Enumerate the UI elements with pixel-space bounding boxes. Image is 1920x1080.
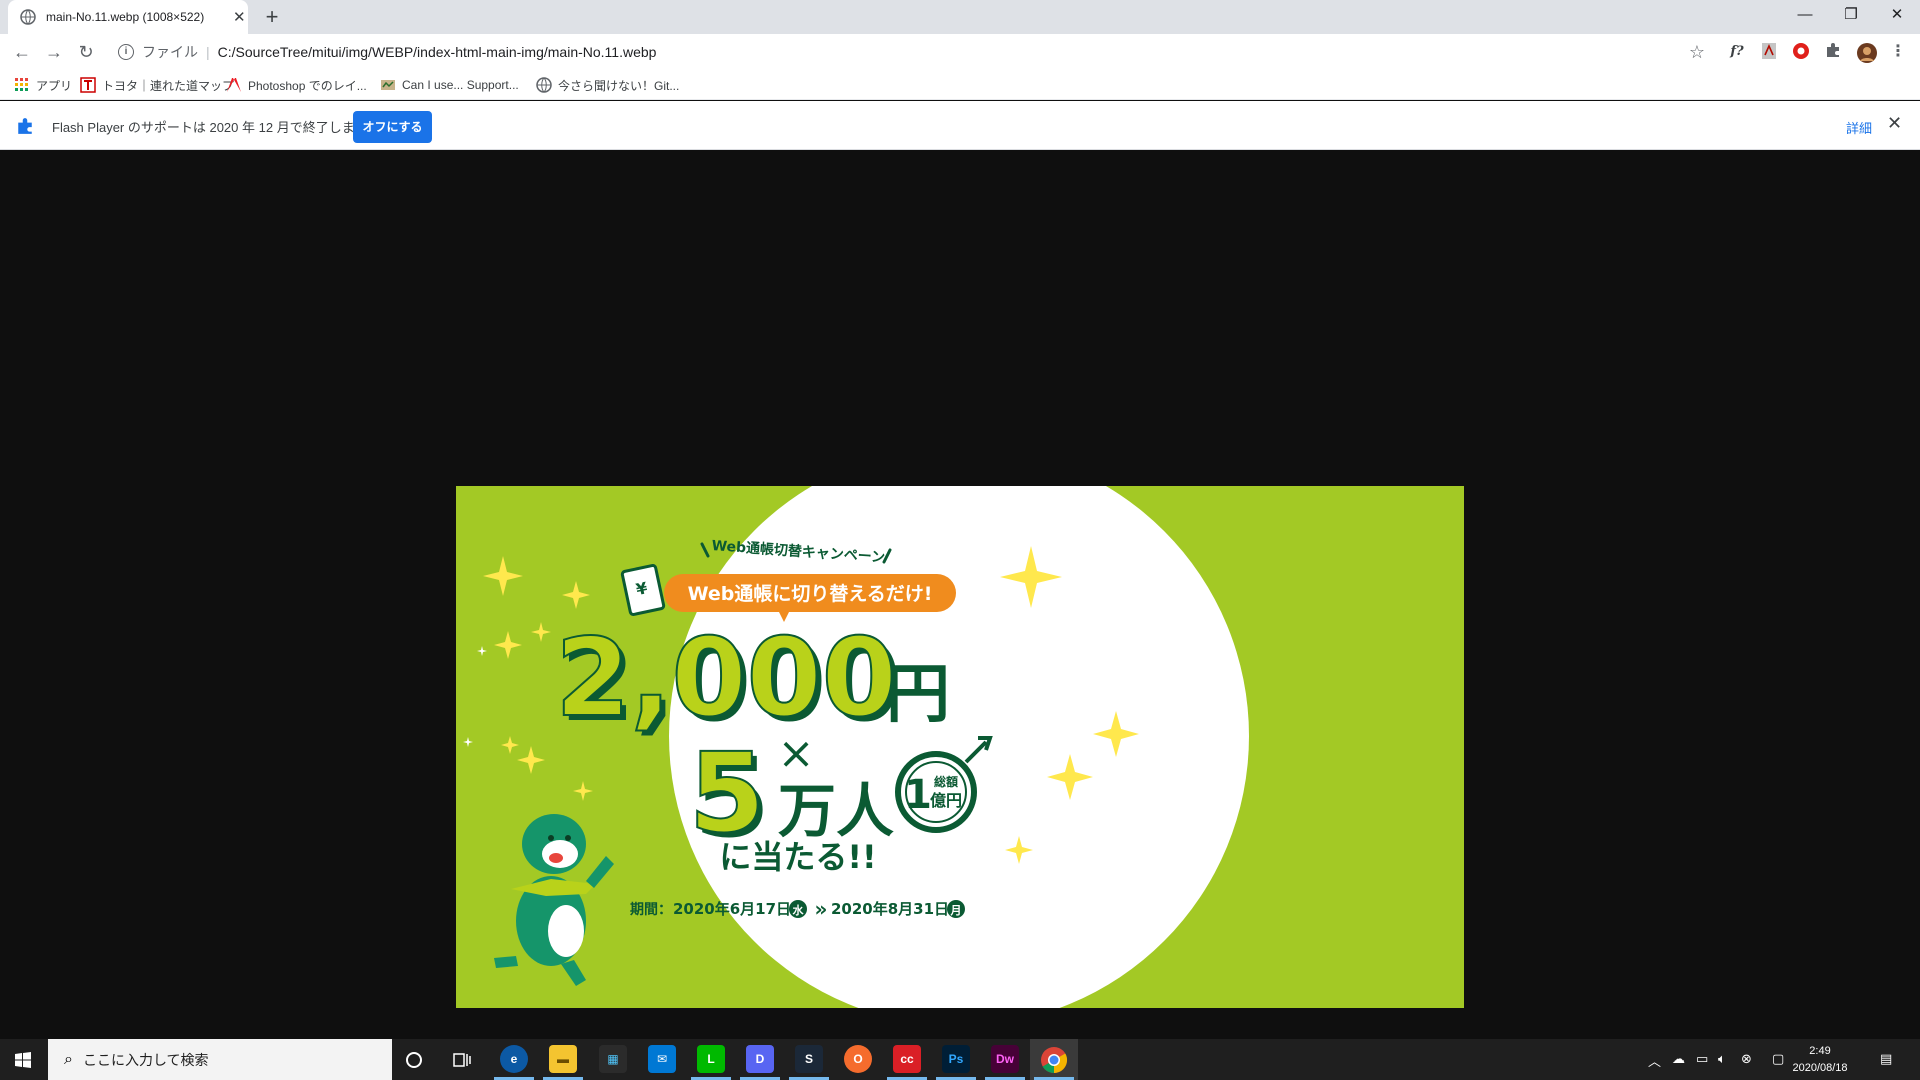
svg-text:2020年8月31日: 2020年8月31日 xyxy=(831,900,949,918)
clock[interactable]: 2:49 2020/08/18 xyxy=(1790,1043,1850,1077)
t-icon xyxy=(80,77,96,93)
line-icon[interactable]: L xyxy=(697,1045,725,1073)
url-text: C:/SourceTree/mitui/img/WEBP/index-html-… xyxy=(217,44,657,60)
address-bar[interactable]: i ファイル | C:/SourceTree/mitui/img/WEBP/in… xyxy=(110,38,1710,66)
clock-date: 2020/08/18 xyxy=(1792,1062,1848,1074)
status-x-icon[interactable]: ⊗ xyxy=(1741,1051,1752,1067)
svg-text:期間：: 期間： xyxy=(630,902,672,918)
bookmark-label: 今さら聞けない！Git... xyxy=(558,78,680,93)
bookmark-label: Photoshop でのレイ... xyxy=(248,78,367,93)
period-line: 期間： 2020年6月17日 水 » 2020年8月31日 月 xyxy=(630,897,965,921)
reload-button[interactable]: ↻ xyxy=(72,38,100,66)
page-content: Web通帳切替キャンペーン ¥ Web通帳に切り替えるだけ! 2,000 2,0… xyxy=(0,151,1920,1039)
restore-button[interactable]: ❐ xyxy=(1828,0,1874,30)
discord-icon[interactable]: D xyxy=(746,1045,774,1073)
chrome-icon[interactable] xyxy=(1040,1046,1068,1074)
svg-text:月: 月 xyxy=(950,904,962,917)
globe-icon xyxy=(20,9,36,25)
infobar-close-icon[interactable]: ✕ xyxy=(1887,113,1902,134)
passbook-icon: ¥ xyxy=(620,564,666,616)
svg-text:2020年6月17日: 2020年6月17日 xyxy=(673,900,791,918)
windows-start-icon[interactable] xyxy=(15,1052,31,1068)
svg-text:億円: 億円 xyxy=(930,791,962,810)
minimize-button[interactable]: — xyxy=(1782,0,1828,30)
clock-time: 2:49 xyxy=(1809,1045,1831,1057)
mascot-otter xyxy=(494,814,614,986)
bookmarks-bar: アプリ トヨタ｜連れた道マップ Photoshop でのレイ... Can I … xyxy=(0,70,1920,100)
bookmark-caniuse[interactable]: Can I use... Support... xyxy=(380,76,519,94)
window-close-button[interactable]: ✕ xyxy=(1874,0,1920,30)
pdf-extension-icon[interactable] xyxy=(1759,42,1779,62)
scheme-label: ファイル xyxy=(142,44,198,60)
tab-active[interactable]: main-No.11.webp (1008×522) ✕ xyxy=(8,0,248,34)
win-text: に当たる!! xyxy=(719,838,876,876)
bookmark-apps[interactable]: アプリ xyxy=(14,76,72,94)
flash-infobar: Flash Player のサポートは 2020 年 12 月で終了します。 オ… xyxy=(0,101,1920,150)
steam-icon[interactable]: S xyxy=(795,1045,823,1073)
file-explorer-icon[interactable]: ▬ xyxy=(549,1045,577,1073)
tray-chevron-icon[interactable]: ︿ xyxy=(1648,1051,1661,1070)
record-extension-icon[interactable] xyxy=(1791,42,1811,62)
bookmark-photoshop[interactable]: Photoshop でのレイ... xyxy=(226,76,367,94)
onedrive-icon[interactable]: ☁ xyxy=(1672,1051,1685,1067)
edge-icon[interactable]: e xyxy=(500,1045,528,1073)
address-separator: | xyxy=(206,44,210,60)
tab-strip: main-No.11.webp (1008×522) ✕ + — ❐ ✕ xyxy=(0,0,1920,34)
svg-text:総額: 総額 xyxy=(934,774,958,789)
times-symbol: × xyxy=(778,728,815,779)
bookmark-star-icon[interactable]: ☆ xyxy=(1683,38,1711,66)
task-view-icon[interactable] xyxy=(453,1051,471,1069)
photoshop-icon[interactable]: Ps xyxy=(942,1045,970,1073)
puzzle-extension-icon[interactable] xyxy=(1823,42,1843,62)
people-unit: 万人 xyxy=(778,777,894,845)
globe-icon xyxy=(536,77,552,93)
svg-text:»: » xyxy=(815,897,828,921)
store-icon[interactable]: ▦ xyxy=(599,1045,627,1073)
banner-artwork: Web通帳切替キャンペーン ¥ Web通帳に切り替えるだけ! 2,000 2,0… xyxy=(463,486,1249,1008)
origin-icon[interactable]: O xyxy=(844,1045,872,1073)
cortana-icon[interactable] xyxy=(405,1051,423,1069)
taskbar-search[interactable]: ⌕ ここに入力して検索 xyxy=(48,1039,392,1080)
close-tab-icon[interactable]: ✕ xyxy=(233,8,246,26)
network-icon[interactable]: ▭ xyxy=(1696,1051,1708,1067)
mail-icon[interactable]: ✉ xyxy=(648,1045,676,1073)
menu-icon[interactable]: ⋮ xyxy=(1888,42,1908,62)
amount-text: 2,000 xyxy=(555,616,897,741)
new-tab-button[interactable]: + xyxy=(258,3,286,31)
bookmark-label: Can I use... Support... xyxy=(402,78,519,92)
fonts-extension-icon[interactable]: f? xyxy=(1727,42,1747,62)
campaign-banner-image: Web通帳切替キャンペーン ¥ Web通帳に切り替えるだけ! 2,000 2,0… xyxy=(456,486,1464,1008)
browser-toolbar: ← → ↻ i ファイル | C:/SourceTree/mitui/img/W… xyxy=(0,34,1920,70)
svg-text:1: 1 xyxy=(904,772,932,818)
details-link[interactable]: 詳細 xyxy=(1846,118,1872,137)
windows-taskbar: ⌕ ここに入力して検索 e ▬ ▦ ✉ L D S O cc Ps Dw ︿ ☁… xyxy=(0,1039,1920,1080)
adobe-icon xyxy=(227,78,241,92)
search-placeholder: ここに入力して検索 xyxy=(82,1051,209,1068)
back-button[interactable]: ← xyxy=(8,38,36,66)
forward-button[interactable]: → xyxy=(40,38,68,66)
bookmark-git[interactable]: 今さら聞けない！Git... xyxy=(536,76,679,94)
bookmark-toyota[interactable]: トヨタ｜連れた道マップ xyxy=(80,76,234,94)
notification-icon[interactable]: ▤ xyxy=(1880,1051,1892,1067)
bookmark-label: トヨタ｜連れた道マップ xyxy=(102,78,235,93)
svg-text:水: 水 xyxy=(793,903,805,917)
volume-icon[interactable]: 🔈︎ xyxy=(1718,1051,1726,1067)
dreamweaver-icon[interactable]: Dw xyxy=(991,1045,1019,1073)
infobar-message: Flash Player のサポートは 2020 年 12 月で終了します。 xyxy=(52,120,380,135)
bookmark-label: アプリ xyxy=(36,78,73,93)
turn-off-button[interactable]: オフにする xyxy=(353,111,432,143)
search-icon: ⌕ xyxy=(64,1050,73,1068)
creative-cloud-icon[interactable]: cc xyxy=(893,1045,921,1073)
puzzle-icon xyxy=(18,118,32,134)
ime-icon[interactable]: ▢ xyxy=(1772,1051,1784,1067)
apps-grid-icon xyxy=(15,78,28,91)
info-icon[interactable]: i xyxy=(118,44,134,60)
headline-text: Web通帳に切り替えるだけ! xyxy=(688,582,933,605)
caniuse-icon xyxy=(381,80,395,90)
yen-text: 円 xyxy=(886,658,950,732)
tab-title: main-No.11.webp (1008×522) xyxy=(46,10,205,24)
avatar[interactable] xyxy=(1856,42,1877,63)
